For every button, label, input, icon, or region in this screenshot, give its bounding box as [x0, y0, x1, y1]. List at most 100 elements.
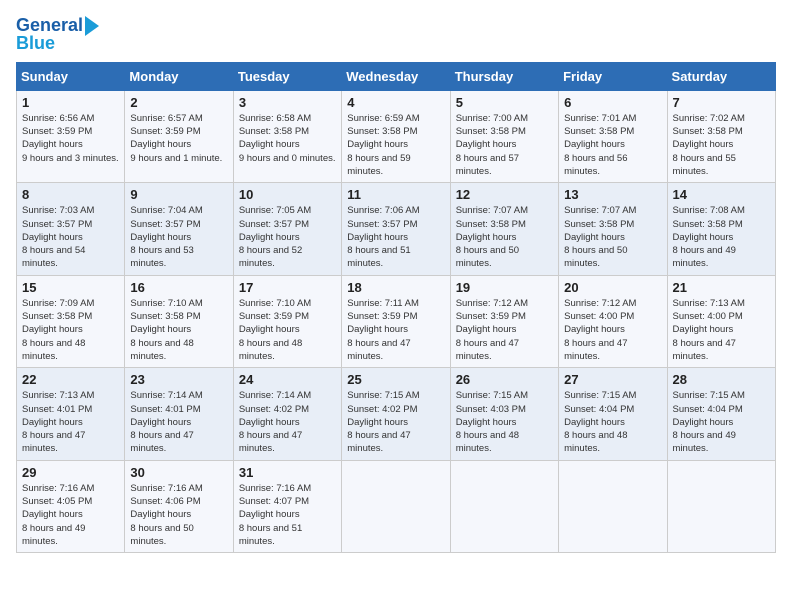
day-number: 3 — [239, 95, 336, 110]
sunset-time: 3:58 PM — [599, 126, 634, 137]
daylight-label: Daylight hours — [239, 509, 300, 520]
sunrise-label: Sunrise: — [239, 205, 277, 216]
daylight-label: Daylight hours — [564, 139, 625, 150]
sunrise-time: 7:15 AM — [602, 390, 637, 401]
sunrise-label: Sunrise: — [239, 298, 277, 309]
day-info: Sunrise: 7:06 AM Sunset: 3:57 PM Dayligh… — [347, 204, 444, 270]
daylight-value: 9 hours and 3 minutes. — [22, 153, 119, 164]
day-number: 5 — [456, 95, 553, 110]
day-info: Sunrise: 7:12 AM Sunset: 4:00 PM Dayligh… — [564, 297, 661, 363]
day-info: Sunrise: 7:05 AM Sunset: 3:57 PM Dayligh… — [239, 204, 336, 270]
day-number: 30 — [130, 465, 227, 480]
calendar-cell: 8 Sunrise: 7:03 AM Sunset: 3:57 PM Dayli… — [17, 183, 125, 275]
daylight-label: Daylight hours — [347, 232, 408, 243]
sunrise-time: 7:05 AM — [276, 205, 311, 216]
daylight-label: Daylight hours — [347, 324, 408, 335]
daylight-label: Daylight hours — [22, 139, 83, 150]
daylight-value: 8 hours and 49 minutes. — [673, 245, 736, 269]
sunset-time: 3:57 PM — [165, 219, 200, 230]
daylight-value: 8 hours and 50 minutes. — [564, 245, 627, 269]
daylight-value: 9 hours and 1 minute. — [130, 153, 222, 164]
daylight-value: 9 hours and 0 minutes. — [239, 153, 336, 164]
sunset-time: 3:58 PM — [491, 126, 526, 137]
day-info: Sunrise: 7:15 AM Sunset: 4:02 PM Dayligh… — [347, 389, 444, 455]
day-number: 24 — [239, 372, 336, 387]
sunset-label: Sunset: — [456, 219, 491, 230]
calendar-cell — [667, 460, 775, 552]
daylight-value: 8 hours and 47 minutes. — [22, 430, 85, 454]
sunrise-label: Sunrise: — [456, 298, 494, 309]
daylight-label: Daylight hours — [347, 139, 408, 150]
calendar-cell: 4 Sunrise: 6:59 AM Sunset: 3:58 PM Dayli… — [342, 90, 450, 182]
daylight-value: 8 hours and 47 minutes. — [673, 338, 736, 362]
daylight-label: Daylight hours — [456, 232, 517, 243]
sunrise-time: 7:06 AM — [385, 205, 420, 216]
sunset-time: 4:02 PM — [382, 404, 417, 415]
sunset-time: 3:58 PM — [599, 219, 634, 230]
day-number: 21 — [673, 280, 770, 295]
calendar-cell: 9 Sunrise: 7:04 AM Sunset: 3:57 PM Dayli… — [125, 183, 233, 275]
calendar-cell: 26 Sunrise: 7:15 AM Sunset: 4:03 PM Dayl… — [450, 368, 558, 460]
daylight-value: 8 hours and 59 minutes. — [347, 153, 410, 177]
weekday-header-wednesday: Wednesday — [342, 62, 450, 90]
sunrise-label: Sunrise: — [239, 390, 277, 401]
calendar-cell: 3 Sunrise: 6:58 AM Sunset: 3:58 PM Dayli… — [233, 90, 341, 182]
day-number: 8 — [22, 187, 119, 202]
day-number: 14 — [673, 187, 770, 202]
sunset-time: 3:58 PM — [491, 219, 526, 230]
daylight-value: 8 hours and 51 minutes. — [239, 523, 302, 547]
calendar-cell: 16 Sunrise: 7:10 AM Sunset: 3:58 PM Dayl… — [125, 275, 233, 367]
daylight-value: 8 hours and 49 minutes. — [22, 523, 85, 547]
day-info: Sunrise: 7:15 AM Sunset: 4:04 PM Dayligh… — [673, 389, 770, 455]
sunrise-time: 7:14 AM — [168, 390, 203, 401]
calendar-cell: 23 Sunrise: 7:14 AM Sunset: 4:01 PM Dayl… — [125, 368, 233, 460]
sunset-time: 4:02 PM — [274, 404, 309, 415]
sunset-label: Sunset: — [22, 404, 57, 415]
daylight-value: 8 hours and 48 minutes. — [239, 338, 302, 362]
daylight-value: 8 hours and 47 minutes. — [456, 338, 519, 362]
day-info: Sunrise: 7:02 AM Sunset: 3:58 PM Dayligh… — [673, 112, 770, 178]
sunrise-label: Sunrise: — [673, 390, 711, 401]
sunrise-label: Sunrise: — [239, 483, 277, 494]
day-number: 11 — [347, 187, 444, 202]
day-info: Sunrise: 7:15 AM Sunset: 4:03 PM Dayligh… — [456, 389, 553, 455]
sunset-time: 4:00 PM — [707, 311, 742, 322]
calendar-cell: 19 Sunrise: 7:12 AM Sunset: 3:59 PM Dayl… — [450, 275, 558, 367]
daylight-value: 8 hours and 47 minutes. — [347, 430, 410, 454]
daylight-label: Daylight hours — [22, 232, 83, 243]
day-number: 28 — [673, 372, 770, 387]
sunset-time: 3:57 PM — [382, 219, 417, 230]
sunset-time: 3:59 PM — [57, 126, 92, 137]
sunrise-time: 6:59 AM — [385, 113, 420, 124]
calendar-cell: 10 Sunrise: 7:05 AM Sunset: 3:57 PM Dayl… — [233, 183, 341, 275]
daylight-label: Daylight hours — [673, 232, 734, 243]
day-info: Sunrise: 7:07 AM Sunset: 3:58 PM Dayligh… — [456, 204, 553, 270]
sunrise-time: 7:16 AM — [276, 483, 311, 494]
sunrise-label: Sunrise: — [22, 298, 60, 309]
daylight-value: 8 hours and 55 minutes. — [673, 153, 736, 177]
sunrise-label: Sunrise: — [22, 390, 60, 401]
day-info: Sunrise: 6:59 AM Sunset: 3:58 PM Dayligh… — [347, 112, 444, 178]
day-number: 31 — [239, 465, 336, 480]
sunset-time: 3:58 PM — [707, 219, 742, 230]
sunrise-time: 7:15 AM — [710, 390, 745, 401]
day-info: Sunrise: 6:57 AM Sunset: 3:59 PM Dayligh… — [130, 112, 227, 165]
daylight-label: Daylight hours — [130, 509, 191, 520]
sunset-label: Sunset: — [22, 126, 57, 137]
calendar-cell: 18 Sunrise: 7:11 AM Sunset: 3:59 PM Dayl… — [342, 275, 450, 367]
sunrise-time: 7:10 AM — [276, 298, 311, 309]
sunrise-time: 7:04 AM — [168, 205, 203, 216]
sunset-label: Sunset: — [564, 311, 599, 322]
sunset-time: 4:00 PM — [599, 311, 634, 322]
weekday-header-saturday: Saturday — [667, 62, 775, 90]
calendar-cell: 17 Sunrise: 7:10 AM Sunset: 3:59 PM Dayl… — [233, 275, 341, 367]
sunset-label: Sunset: — [456, 126, 491, 137]
sunrise-time: 6:57 AM — [168, 113, 203, 124]
sunset-time: 4:04 PM — [599, 404, 634, 415]
sunset-label: Sunset: — [456, 404, 491, 415]
sunrise-label: Sunrise: — [456, 113, 494, 124]
calendar-cell: 5 Sunrise: 7:00 AM Sunset: 3:58 PM Dayli… — [450, 90, 558, 182]
sunset-label: Sunset: — [673, 126, 708, 137]
sunset-label: Sunset: — [22, 219, 57, 230]
calendar-cell: 1 Sunrise: 6:56 AM Sunset: 3:59 PM Dayli… — [17, 90, 125, 182]
